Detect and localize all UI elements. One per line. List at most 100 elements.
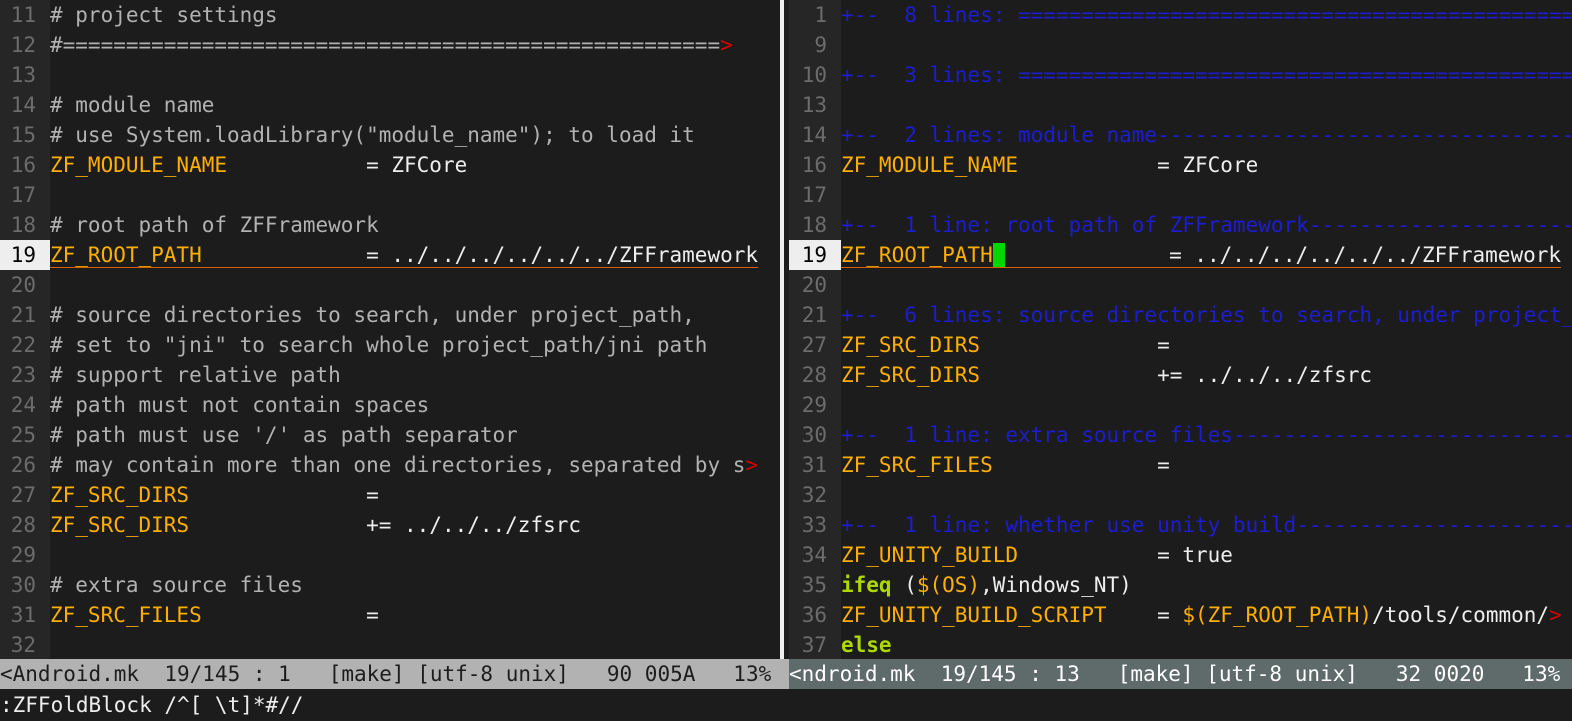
fold-marker[interactable]: +-- 8 lines: ===========================… bbox=[841, 3, 1572, 27]
line-number: 18 bbox=[789, 210, 841, 240]
code-line[interactable]: 10 +-- 3 lines: =========================… bbox=[789, 60, 1572, 90]
line-text: ifeq ($(OS),Windows_NT) bbox=[841, 573, 1132, 597]
code-line[interactable]: 37 else bbox=[789, 630, 1572, 659]
code-line[interactable]: 33 +-- 1 line: whether use unity build---… bbox=[789, 510, 1572, 540]
code-line[interactable]: 22 # set to "jni" to search whole project… bbox=[0, 330, 778, 360]
fold-marker[interactable]: +-- 3 lines: ===========================… bbox=[841, 63, 1572, 87]
line-text: ZF_SRC_DIRS = bbox=[50, 483, 379, 507]
line-text: ZF_SRC_DIRS += ../../../zfsrc bbox=[50, 513, 581, 537]
code-line[interactable]: 29 bbox=[789, 390, 1572, 420]
line-text: # support relative path bbox=[50, 363, 341, 387]
line-number: 15 bbox=[0, 120, 50, 150]
code-line[interactable]: 13 bbox=[789, 90, 1572, 120]
code-line[interactable]: 26 # may contain more than one directorie… bbox=[0, 450, 778, 480]
right-editor-pane[interactable]: 1 +-- 8 lines: ==========================… bbox=[789, 0, 1572, 659]
code-line[interactable]: 16 ZF_MODULE_NAME = ZFCore bbox=[789, 150, 1572, 180]
line-number: 26 bbox=[0, 450, 50, 480]
line-number: 21 bbox=[0, 300, 50, 330]
line-number: 18 bbox=[0, 210, 50, 240]
line-text: +-- 1 line: root path of ZFFramework----… bbox=[841, 213, 1572, 237]
code-line[interactable]: 17 bbox=[0, 180, 778, 210]
code-line[interactable]: 24 # path must not contain spaces bbox=[0, 390, 778, 420]
code-line[interactable]: 15 # use System.loadLibrary("module_name"… bbox=[0, 120, 778, 150]
code-token: ZF_UNITY_BUILD bbox=[841, 543, 1019, 567]
code-line[interactable]: 12 #=====================================… bbox=[0, 30, 778, 60]
code-token: # path must not contain spaces bbox=[50, 393, 430, 417]
code-token: = ZFCore bbox=[227, 153, 468, 177]
line-text: +-- 1 line: whether use unity build-----… bbox=[841, 513, 1572, 537]
code-token: # may contain more than one directories,… bbox=[50, 453, 746, 477]
line-number: 27 bbox=[789, 330, 841, 360]
line-text: +-- 1 line: extra source files----------… bbox=[841, 423, 1572, 447]
code-token: # support relative path bbox=[50, 363, 341, 387]
line-text: ZF_MODULE_NAME = ZFCore bbox=[50, 153, 467, 177]
code-token: = ZFCore bbox=[1018, 153, 1259, 177]
fold-marker[interactable]: +-- 1 line: whether use unity build-----… bbox=[841, 513, 1572, 537]
code-token: /tools/common/ bbox=[1372, 603, 1550, 627]
code-line[interactable]: 13 bbox=[0, 60, 778, 90]
vertical-split-divider[interactable] bbox=[778, 0, 789, 659]
code-line[interactable]: 31 ZF_SRC_FILES = bbox=[789, 450, 1572, 480]
command-line[interactable]: :ZFFoldBlock /^[ \t]*#// bbox=[0, 689, 1572, 721]
line-number: 14 bbox=[0, 90, 50, 120]
code-line[interactable]: 9 bbox=[789, 30, 1572, 60]
line-text: # path must use '/' as path separator bbox=[50, 423, 518, 447]
code-line[interactable]: 25 # path must use '/' as path separator bbox=[0, 420, 778, 450]
code-line[interactable]: 32 bbox=[789, 480, 1572, 510]
line-text: ZF_UNITY_BUILD = true bbox=[841, 543, 1233, 567]
code-line[interactable]: 29 bbox=[0, 540, 778, 570]
code-token: # project settings bbox=[50, 3, 278, 27]
code-line[interactable]: 28 ZF_SRC_DIRS += ../../../zfsrc bbox=[0, 510, 778, 540]
line-number: 25 bbox=[0, 420, 50, 450]
code-line[interactable]: 30 # extra source files bbox=[0, 570, 778, 600]
current-line[interactable]: 19 ZF_ROOT_PATH = ../../../../../../ZFFra… bbox=[789, 240, 1572, 270]
line-text: +-- 3 lines: ===========================… bbox=[841, 63, 1572, 87]
code-line[interactable]: 21 +-- 6 lines: source directories to sea… bbox=[789, 300, 1572, 330]
code-line[interactable]: 1 +-- 8 lines: ==========================… bbox=[789, 0, 1572, 30]
line-number: 29 bbox=[0, 540, 50, 570]
code-token: = ../../../../../../ZFFramework bbox=[1004, 243, 1562, 267]
code-line[interactable]: 18 +-- 1 line: root path of ZFFramework--… bbox=[789, 210, 1572, 240]
code-token: ZF_SRC_FILES bbox=[50, 603, 202, 627]
line-number: 13 bbox=[789, 90, 841, 120]
line-number: 17 bbox=[789, 180, 841, 210]
code-token: # source directories to search, under pr… bbox=[50, 303, 695, 327]
line-text: # module name bbox=[50, 93, 214, 117]
code-line[interactable]: 23 # support relative path bbox=[0, 360, 778, 390]
code-line[interactable]: 20 bbox=[0, 270, 778, 300]
code-line[interactable]: 16 ZF_MODULE_NAME = ZFCore bbox=[0, 150, 778, 180]
fold-marker[interactable]: +-- 1 line: extra source files----------… bbox=[841, 423, 1572, 447]
code-line[interactable]: 32 bbox=[0, 630, 778, 659]
line-text: # may contain more than one directories,… bbox=[50, 453, 745, 477]
code-line[interactable]: 34 ZF_UNITY_BUILD = true bbox=[789, 540, 1572, 570]
code-line[interactable]: 31 ZF_SRC_FILES = bbox=[0, 600, 778, 630]
code-line[interactable]: 27 ZF_SRC_DIRS = bbox=[789, 330, 1572, 360]
code-line[interactable]: 14 +-- 2 lines: module name--------------… bbox=[789, 120, 1572, 150]
code-line[interactable]: 28 ZF_SRC_DIRS += ../../../zfsrc bbox=[789, 360, 1572, 390]
line-text: ZF_SRC_FILES = bbox=[841, 453, 1170, 477]
line-number: 36 bbox=[789, 600, 841, 630]
line-number: 33 bbox=[789, 510, 841, 540]
code-token: ,Windows_NT) bbox=[980, 573, 1132, 597]
code-line[interactable]: 17 bbox=[789, 180, 1572, 210]
fold-marker[interactable]: +-- 2 lines: module name----------------… bbox=[841, 123, 1572, 147]
code-line[interactable]: 11 # project settings bbox=[0, 0, 778, 30]
code-line[interactable]: 35 ifeq ($(OS),Windows_NT) bbox=[789, 570, 1572, 600]
fold-marker[interactable]: +-- 1 line: root path of ZFFramework----… bbox=[841, 213, 1572, 237]
code-line[interactable]: 14 # module name bbox=[0, 90, 778, 120]
left-editor-pane[interactable]: 11 # project settings 12 #=================… bbox=[0, 0, 778, 659]
code-line[interactable]: 30 +-- 1 line: extra source files--------… bbox=[789, 420, 1572, 450]
code-line[interactable]: 18 # root path of ZFFramework bbox=[0, 210, 778, 240]
code-line[interactable]: 27 ZF_SRC_DIRS = bbox=[0, 480, 778, 510]
code-line[interactable]: 20 bbox=[789, 270, 1572, 300]
current-line[interactable]: 19 ZF_ROOT_PATH = ../../../../../../ZFFra… bbox=[0, 240, 778, 270]
fold-marker[interactable]: +-- 6 lines: source directories to searc… bbox=[841, 303, 1572, 327]
line-number: 10 bbox=[789, 60, 841, 90]
code-line[interactable]: 21 # source directories to search, under … bbox=[0, 300, 778, 330]
code-line[interactable]: 36 ZF_UNITY_BUILD_SCRIPT = $(ZF_ROOT_PATH… bbox=[789, 600, 1572, 630]
code-token: # module name bbox=[50, 93, 215, 117]
line-number: 32 bbox=[789, 480, 841, 510]
status-line-left: <Android.mk 19/145 : 1 [make] [utf-8 uni… bbox=[0, 659, 789, 689]
line-number: 16 bbox=[0, 150, 50, 180]
code-token: ZF_SRC_DIRS bbox=[841, 363, 981, 387]
